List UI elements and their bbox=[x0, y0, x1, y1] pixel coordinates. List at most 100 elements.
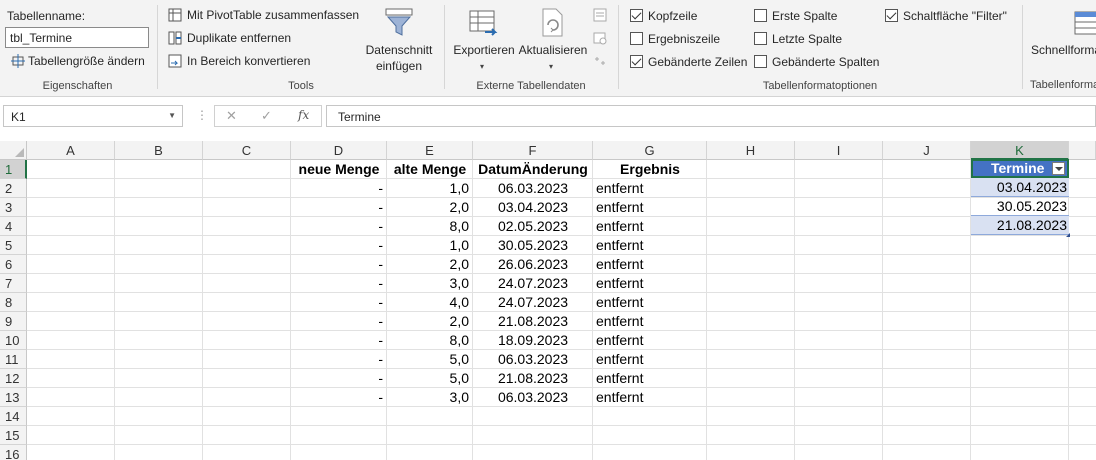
cell-alte-menge[interactable]: 1,0 bbox=[387, 236, 473, 255]
checkbox-letzte-spalte[interactable]: Letzte Spalte bbox=[754, 31, 864, 47]
unlink-icon[interactable] bbox=[593, 54, 607, 68]
cell-datum-aenderung[interactable]: 06.03.2023 bbox=[473, 350, 593, 369]
cell-datum-aenderung[interactable]: 18.09.2023 bbox=[473, 331, 593, 350]
termine-table-cell[interactable]: 30.05.2023 bbox=[971, 197, 1069, 216]
worksheet-grid[interactable]: ABCDEFGHIJK 1 2 3 4 5 6 7 8 9 10 11 12 13 14 15 16 neue… bbox=[0, 141, 1096, 460]
row-header-15[interactable]: 15 bbox=[0, 426, 27, 445]
column-header-j[interactable]: J bbox=[883, 141, 971, 160]
checkbox-schaltflaeche-filter-box[interactable] bbox=[885, 9, 898, 22]
column-header-i[interactable]: I bbox=[795, 141, 883, 160]
cell-ergebnis[interactable]: entfernt bbox=[593, 179, 707, 198]
cell-datum-aenderung[interactable]: 21.08.2023 bbox=[473, 312, 593, 331]
header-ergebnis[interactable]: Ergebnis bbox=[593, 160, 707, 179]
formula-bar-handle-icon[interactable]: ⋮ bbox=[196, 108, 208, 122]
column-header-g[interactable]: G bbox=[593, 141, 707, 160]
enter-icon[interactable]: ✓ bbox=[261, 108, 272, 124]
cell-ergebnis[interactable]: entfernt bbox=[593, 388, 707, 407]
cancel-icon[interactable]: ✕ bbox=[226, 108, 237, 124]
cell-ergebnis[interactable]: entfernt bbox=[593, 312, 707, 331]
column-header-b[interactable]: B bbox=[115, 141, 203, 160]
pivottable-button[interactable]: Mit PivotTable zusammenfassen bbox=[166, 7, 366, 24]
cell-datum-aenderung[interactable]: 06.03.2023 bbox=[473, 388, 593, 407]
remove-duplicates-button[interactable]: Duplikate entfernen bbox=[166, 30, 366, 47]
row-header-1[interactable]: 1 bbox=[0, 160, 27, 179]
convert-to-range-button[interactable]: In Bereich konvertieren bbox=[166, 53, 366, 70]
row-header-4[interactable]: 4 bbox=[0, 217, 27, 236]
checkbox-ergebniszeile-box[interactable] bbox=[630, 32, 643, 45]
cell-alte-menge[interactable]: 8,0 bbox=[387, 331, 473, 350]
row-header-7[interactable]: 7 bbox=[0, 274, 27, 293]
table-name-input[interactable] bbox=[5, 27, 149, 48]
checkbox-gebaenderte-spalten[interactable]: Gebänderte Spalten bbox=[754, 54, 884, 70]
cell-datum-aenderung[interactable]: 02.05.2023 bbox=[473, 217, 593, 236]
row-header-9[interactable]: 9 bbox=[0, 312, 27, 331]
cell-neue-menge[interactable]: - bbox=[291, 198, 387, 217]
header-alte-menge[interactable]: alte Menge bbox=[387, 160, 473, 179]
checkbox-gebaenderte-zeilen-box[interactable] bbox=[630, 55, 643, 68]
export-button[interactable]: Exportieren ▾ bbox=[452, 6, 516, 76]
termine-table-cell[interactable]: 03.04.2023 bbox=[971, 178, 1069, 197]
cell-neue-menge[interactable]: - bbox=[291, 217, 387, 236]
column-header-e[interactable]: E bbox=[387, 141, 473, 160]
checkbox-erste-spalte-box[interactable] bbox=[754, 9, 767, 22]
checkbox-kopfzeile-box[interactable] bbox=[630, 9, 643, 22]
header-neue-menge[interactable]: neue Menge bbox=[291, 160, 387, 179]
termine-table-cell[interactable]: 21.08.2023 bbox=[971, 216, 1069, 235]
column-header-overflow[interactable] bbox=[1069, 141, 1096, 160]
row-header-8[interactable]: 8 bbox=[0, 293, 27, 312]
cell-ergebnis[interactable]: entfernt bbox=[593, 350, 707, 369]
cell-ergebnis[interactable]: entfernt bbox=[593, 217, 707, 236]
cell-alte-menge[interactable]: 5,0 bbox=[387, 369, 473, 388]
row-header-5[interactable]: 5 bbox=[0, 236, 27, 255]
cell-neue-menge[interactable]: - bbox=[291, 179, 387, 198]
column-header-k[interactable]: K bbox=[971, 141, 1069, 160]
cell-neue-menge[interactable]: - bbox=[291, 312, 387, 331]
formula-input[interactable]: Termine bbox=[326, 105, 1096, 127]
cell-alte-menge[interactable]: 5,0 bbox=[387, 350, 473, 369]
cell-alte-menge[interactable]: 2,0 bbox=[387, 312, 473, 331]
column-header-d[interactable]: D bbox=[291, 141, 387, 160]
name-box[interactable]: K1 ▼ bbox=[3, 105, 183, 127]
cell-datum-aenderung[interactable]: 24.07.2023 bbox=[473, 293, 593, 312]
cell-datum-aenderung[interactable]: 30.05.2023 bbox=[473, 236, 593, 255]
row-header-6[interactable]: 6 bbox=[0, 255, 27, 274]
row-header-2[interactable]: 2 bbox=[0, 179, 27, 198]
insert-slicer-button[interactable]: Datenschnitt einfügen bbox=[366, 6, 432, 76]
row-header-3[interactable]: 3 bbox=[0, 198, 27, 217]
cell-alte-menge[interactable]: 3,0 bbox=[387, 274, 473, 293]
row-header-10[interactable]: 10 bbox=[0, 331, 27, 350]
cell-neue-menge[interactable]: - bbox=[291, 350, 387, 369]
row-header-14[interactable]: 14 bbox=[0, 407, 27, 426]
header-datum-aenderung[interactable]: DatumÄnderung bbox=[473, 160, 593, 179]
cell-neue-menge[interactable]: - bbox=[291, 255, 387, 274]
resize-table-button[interactable]: Tabellengröße ändern bbox=[9, 53, 149, 70]
cell-datum-aenderung[interactable]: 24.07.2023 bbox=[473, 274, 593, 293]
cell-ergebnis[interactable]: entfernt bbox=[593, 293, 707, 312]
cell-ergebnis[interactable]: entfernt bbox=[593, 369, 707, 388]
checkbox-kopfzeile[interactable]: Kopfzeile bbox=[630, 8, 740, 24]
insert-function-icon[interactable]: fx bbox=[298, 108, 309, 122]
row-header-11[interactable]: 11 bbox=[0, 350, 27, 369]
cell-neue-menge[interactable]: - bbox=[291, 274, 387, 293]
filter-dropdown-button[interactable] bbox=[1052, 162, 1065, 175]
cell-ergebnis[interactable]: entfernt bbox=[593, 331, 707, 350]
row-header-13[interactable]: 13 bbox=[0, 388, 27, 407]
cell-neue-menge[interactable]: - bbox=[291, 369, 387, 388]
cell-alte-menge[interactable]: 2,0 bbox=[387, 198, 473, 217]
table-resize-handle[interactable] bbox=[1066, 233, 1070, 237]
quick-styles-button[interactable]: Schnellforma bbox=[1024, 6, 1096, 76]
checkbox-gebaenderte-spalten-box[interactable] bbox=[754, 55, 767, 68]
checkbox-ergebniszeile[interactable]: Ergebniszeile bbox=[630, 31, 740, 47]
cell-neue-menge[interactable]: - bbox=[291, 388, 387, 407]
cell-neue-menge[interactable]: - bbox=[291, 331, 387, 350]
cell-datum-aenderung[interactable]: 26.06.2023 bbox=[473, 255, 593, 274]
cell-alte-menge[interactable]: 3,0 bbox=[387, 388, 473, 407]
cell-alte-menge[interactable]: 8,0 bbox=[387, 217, 473, 236]
refresh-button[interactable]: Aktualisieren ▾ bbox=[518, 6, 588, 76]
cell-alte-menge[interactable]: 1,0 bbox=[387, 179, 473, 198]
cell-ergebnis[interactable]: entfernt bbox=[593, 274, 707, 293]
cell-ergebnis[interactable]: entfernt bbox=[593, 236, 707, 255]
column-header-f[interactable]: F bbox=[473, 141, 593, 160]
properties-icon[interactable] bbox=[593, 8, 607, 22]
cell-ergebnis[interactable]: entfernt bbox=[593, 255, 707, 274]
